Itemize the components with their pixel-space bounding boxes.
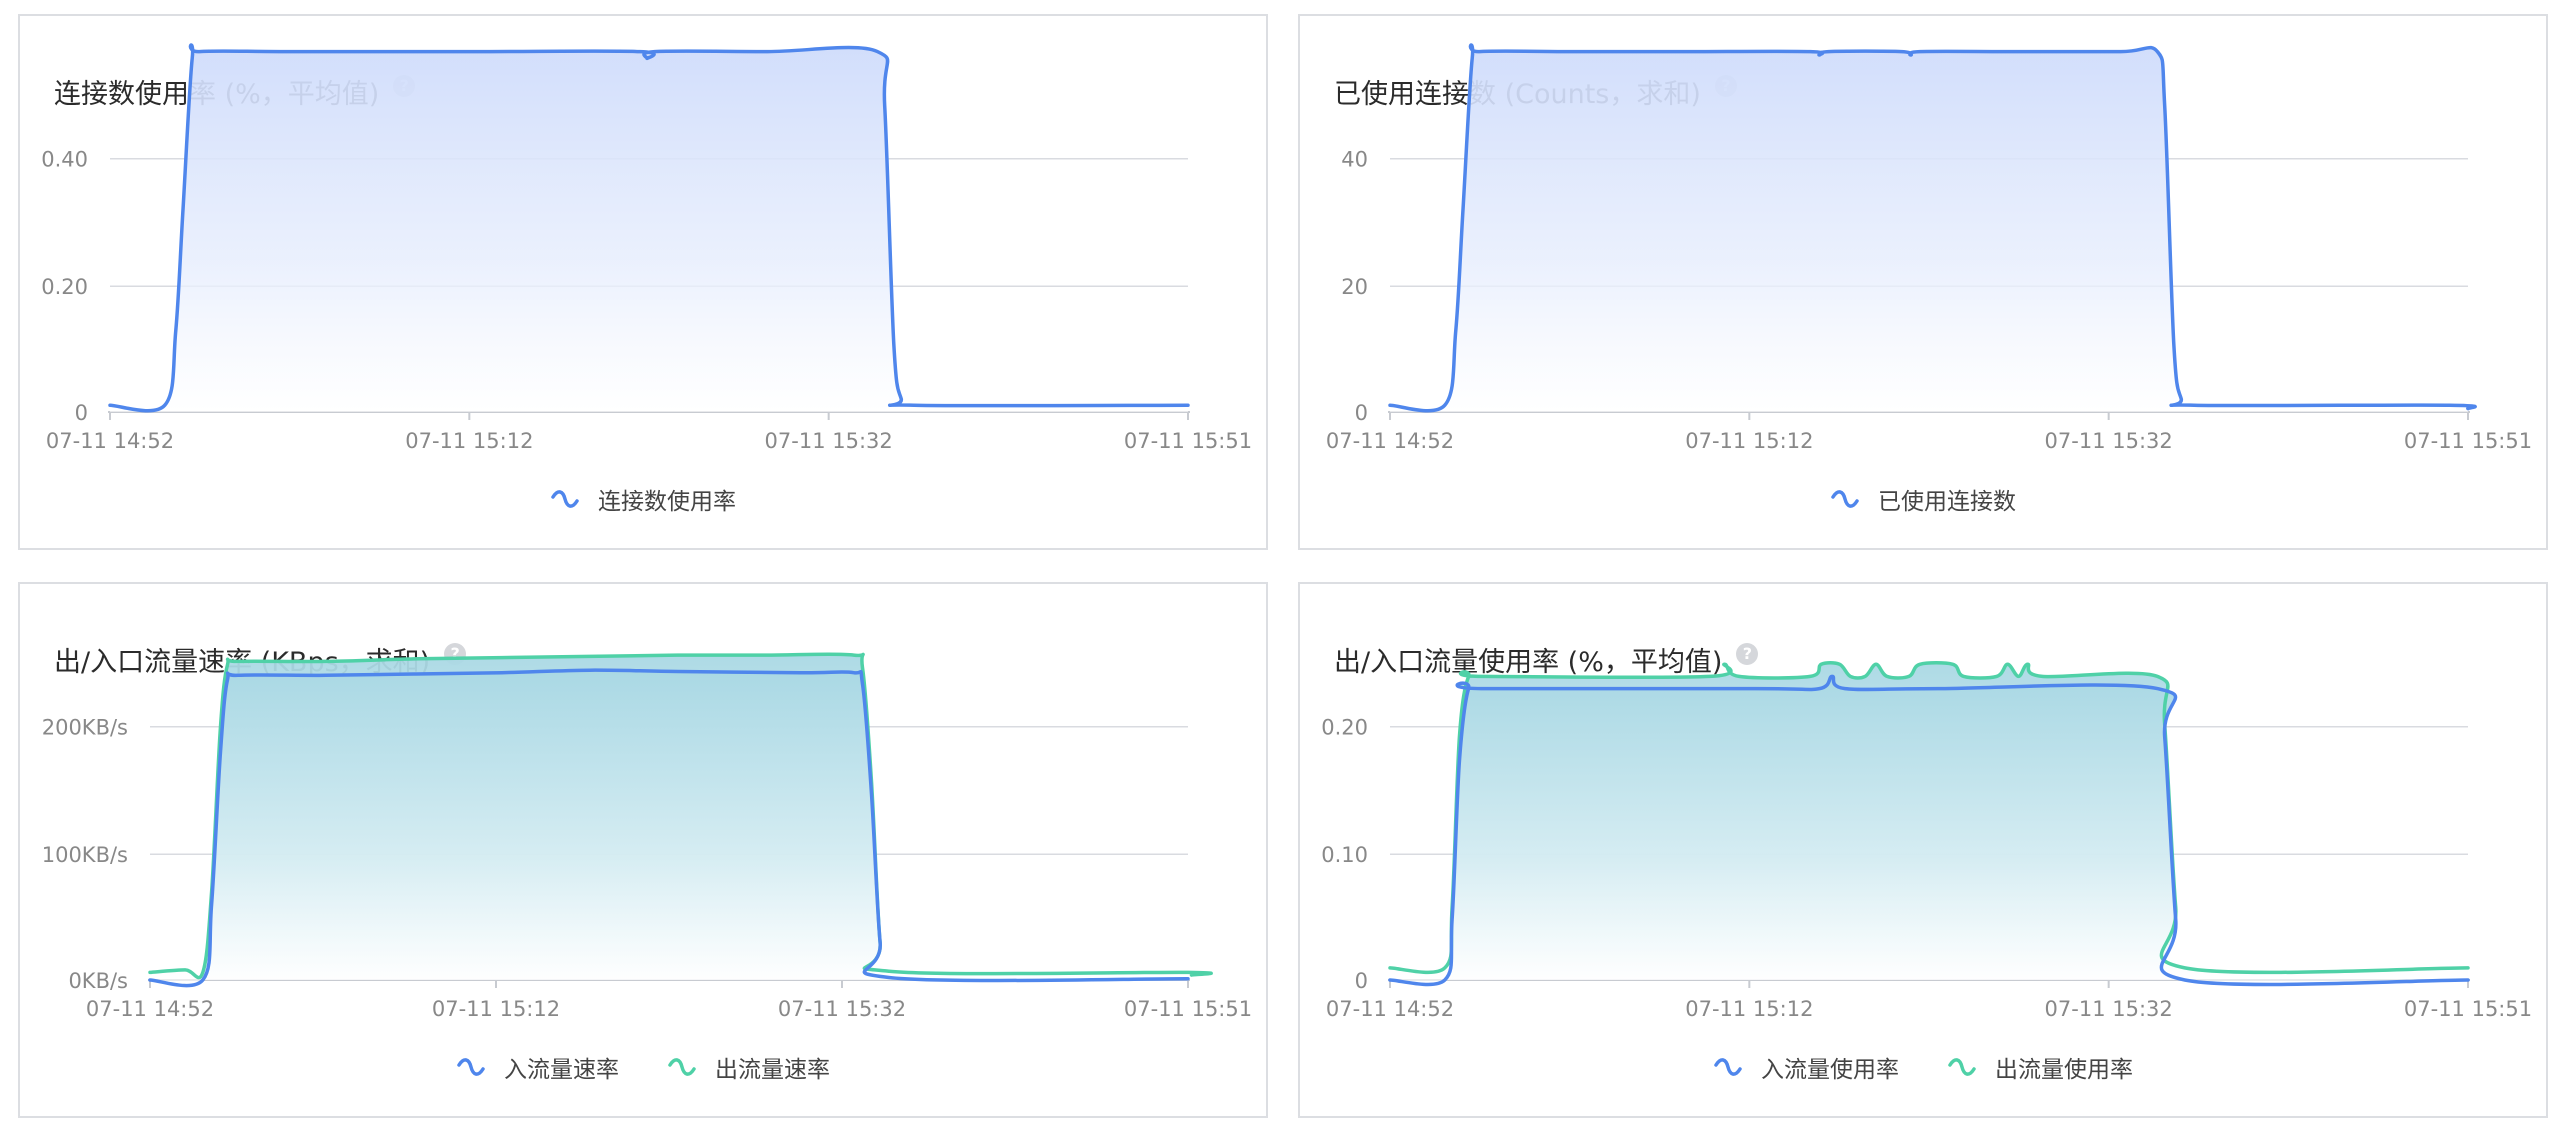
series-area [1390, 45, 2476, 412]
chart-plot: 0 0.10 0.20 07-11 14:52 07-11 15:12 07-11 15:… [1321, 661, 2532, 1021]
x-tick-label: 07-11 15:32 [778, 997, 906, 1021]
x-tick-label: 07-11 14:52 [46, 429, 174, 453]
legend-label: 连接数使用率 [598, 489, 736, 515]
y-tick-label: 0.10 [1321, 843, 1368, 867]
x-tick-label: 07-11 15:12 [1685, 997, 1813, 1021]
x-tick-label: 07-11 15:12 [432, 997, 560, 1021]
legend-wave-icon [668, 1058, 696, 1076]
legend-item[interactable]: 入流量使用率 [1713, 1050, 1899, 1084]
legend-wave-icon [1948, 1058, 1976, 1076]
legend-item[interactable]: 出流量使用率 [1947, 1050, 2133, 1084]
series-area [150, 670, 1188, 986]
legend-wave-stroke [668, 1058, 696, 1076]
y-tick-label: 0 [1355, 401, 1368, 425]
x-tick-label: 07-11 15:32 [2045, 997, 2173, 1021]
legend-wave-icon [457, 1058, 485, 1076]
y-tick-label: 0.40 [41, 148, 88, 172]
legend-label: 已使用连接数 [1878, 489, 2016, 515]
legend-wave-icon [551, 490, 579, 508]
legend-label: 入流量使用率 [1761, 1057, 1899, 1083]
x-tick-label: 07-11 15:32 [765, 429, 893, 453]
series-area [110, 45, 1188, 412]
traffic-rate-panel: 出/入口流量速率 (KBps，求和) ? 0KB/s100KB/s200KB/s… [18, 582, 1268, 1118]
x-tick-label: 07-11 15:12 [405, 429, 533, 453]
legend-wave-stroke [1948, 1058, 1976, 1076]
legend-label: 出流量速率 [715, 1057, 830, 1083]
chart-plot: 0 20 40 07-11 14:52 07-11 15:12 07-11 15:32 07… [1326, 43, 2532, 453]
legend-item[interactable]: 已使用连接数 [1830, 482, 2016, 516]
legend-wave-stroke [1714, 1058, 1742, 1076]
y-tick-label: 0.20 [41, 275, 88, 299]
legend-wave-icon [1831, 490, 1859, 508]
y-tick-label: 20 [1341, 275, 1368, 299]
x-tick-label: 07-11 15:51 [2404, 429, 2532, 453]
y-tick-label: 40 [1341, 148, 1368, 172]
chart-legend: 入流量使用率 出流量使用率 [1300, 1050, 2546, 1084]
x-tick-label: 07-11 15:51 [1124, 997, 1252, 1021]
x-tick-label: 07-11 14:52 [1326, 429, 1454, 453]
chart-plot: 0 0.20 0.40 07-11 14:52 07-11 15:12 07-11 15:… [41, 43, 1252, 453]
y-tick-label: 100KB/s [42, 843, 128, 867]
legend-item[interactable]: 入流量速率 [456, 1050, 619, 1084]
chart-plot: 0KB/s 100KB/s 200KB/s 07-11 14:52 07-11 15:1… [42, 652, 1252, 1021]
used-connections-panel: 已使用连接数 (Counts，求和) ? 0204007-11 14:5207-… [1298, 14, 2548, 550]
y-tick-label: 200KB/s [42, 716, 128, 740]
y-tick-label: 0 [75, 401, 88, 425]
chart-legend: 连接数使用率 [20, 482, 1266, 516]
x-tick-label: 07-11 15:32 [2045, 429, 2173, 453]
legend-label: 入流量速率 [504, 1057, 619, 1083]
y-tick-label: 0KB/s [68, 969, 128, 993]
chart-legend: 已使用连接数 [1300, 482, 2546, 516]
legend-wave-stroke [457, 1058, 485, 1076]
y-tick-label: 0.20 [1321, 716, 1368, 740]
legend-item[interactable]: 连接数使用率 [550, 482, 736, 516]
connection-usage-panel: 连接数使用率 (%，平均值) ? 00.200.4007-11 14:5207-… [18, 14, 1268, 550]
x-tick-label: 07-11 15:51 [2404, 997, 2532, 1021]
y-tick-label: 0 [1355, 969, 1368, 993]
x-tick-label: 07-11 14:52 [1326, 997, 1454, 1021]
x-tick-label: 07-11 15:12 [1685, 429, 1813, 453]
x-tick-label: 07-11 14:52 [86, 997, 214, 1021]
legend-wave-stroke [551, 490, 579, 508]
legend-item[interactable]: 出流量速率 [667, 1050, 830, 1084]
legend-label: 出流量使用率 [1995, 1057, 2133, 1083]
traffic-usage-panel: 出/入口流量使用率 (%，平均值) ? 0 0.10 0.20 07-11 14:52… [1298, 582, 2548, 1118]
x-tick-label: 07-11 15:51 [1124, 429, 1252, 453]
legend-wave-icon [1714, 1058, 1742, 1076]
series-area [1390, 676, 2468, 985]
chart-legend: 入流量速率 出流量速率 [20, 1050, 1266, 1084]
legend-wave-stroke [1831, 490, 1859, 508]
